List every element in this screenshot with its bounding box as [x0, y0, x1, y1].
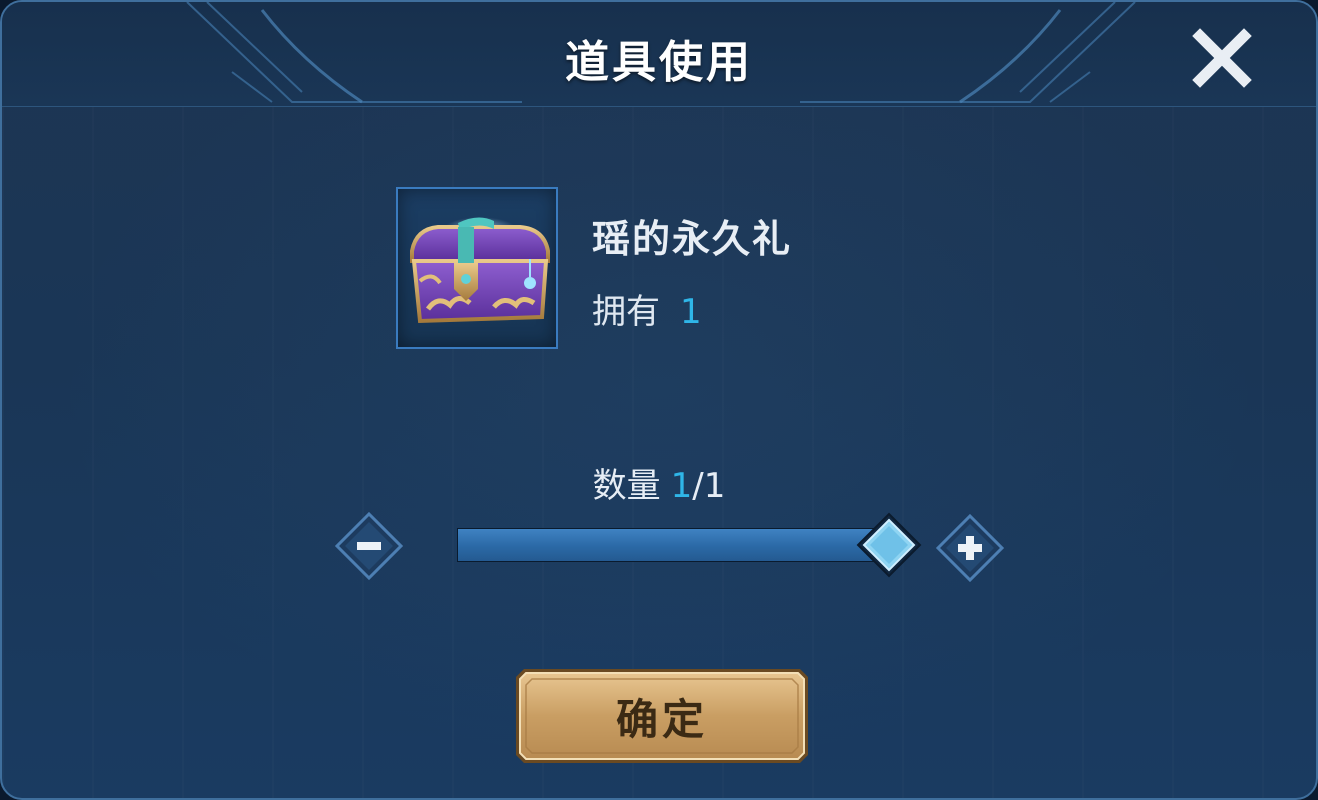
close-button[interactable] — [1190, 26, 1254, 90]
quantity-current: 1 — [670, 466, 693, 506]
decrease-button[interactable] — [334, 511, 404, 581]
confirm-label: 确定 — [615, 694, 708, 744]
owned-label: 拥有 — [592, 292, 660, 332]
quantity-slider-fill — [458, 529, 890, 561]
quantity-max: /1 — [692, 466, 726, 506]
item-name: 瑶的永久礼 — [592, 217, 793, 261]
item-icon-frame — [396, 187, 558, 349]
owned-row: 拥有 1 — [592, 284, 702, 333]
title-bar: 道具使用 — [2, 2, 1316, 107]
dialog-title: 道具使用 — [565, 37, 753, 88]
close-x-icon — [1192, 28, 1252, 88]
increase-button[interactable] — [935, 513, 1005, 583]
plus-icon — [935, 513, 1005, 583]
quantity-slider-thumb[interactable] — [856, 512, 922, 578]
confirm-button[interactable]: 确定 — [514, 667, 810, 765]
minus-icon — [334, 511, 404, 581]
slider-handle-icon — [856, 512, 922, 578]
treasure-chest-icon — [410, 217, 550, 324]
owned-count: 1 — [680, 292, 702, 332]
quantity-row: 数量 1/1 — [2, 458, 1316, 507]
quantity-label: 数量 — [592, 466, 661, 506]
item-use-dialog: 道具使用 瑶的永久礼 拥有 1 数量 1/1 确定 — [0, 0, 1318, 800]
quantity-slider-track[interactable] — [457, 528, 890, 562]
